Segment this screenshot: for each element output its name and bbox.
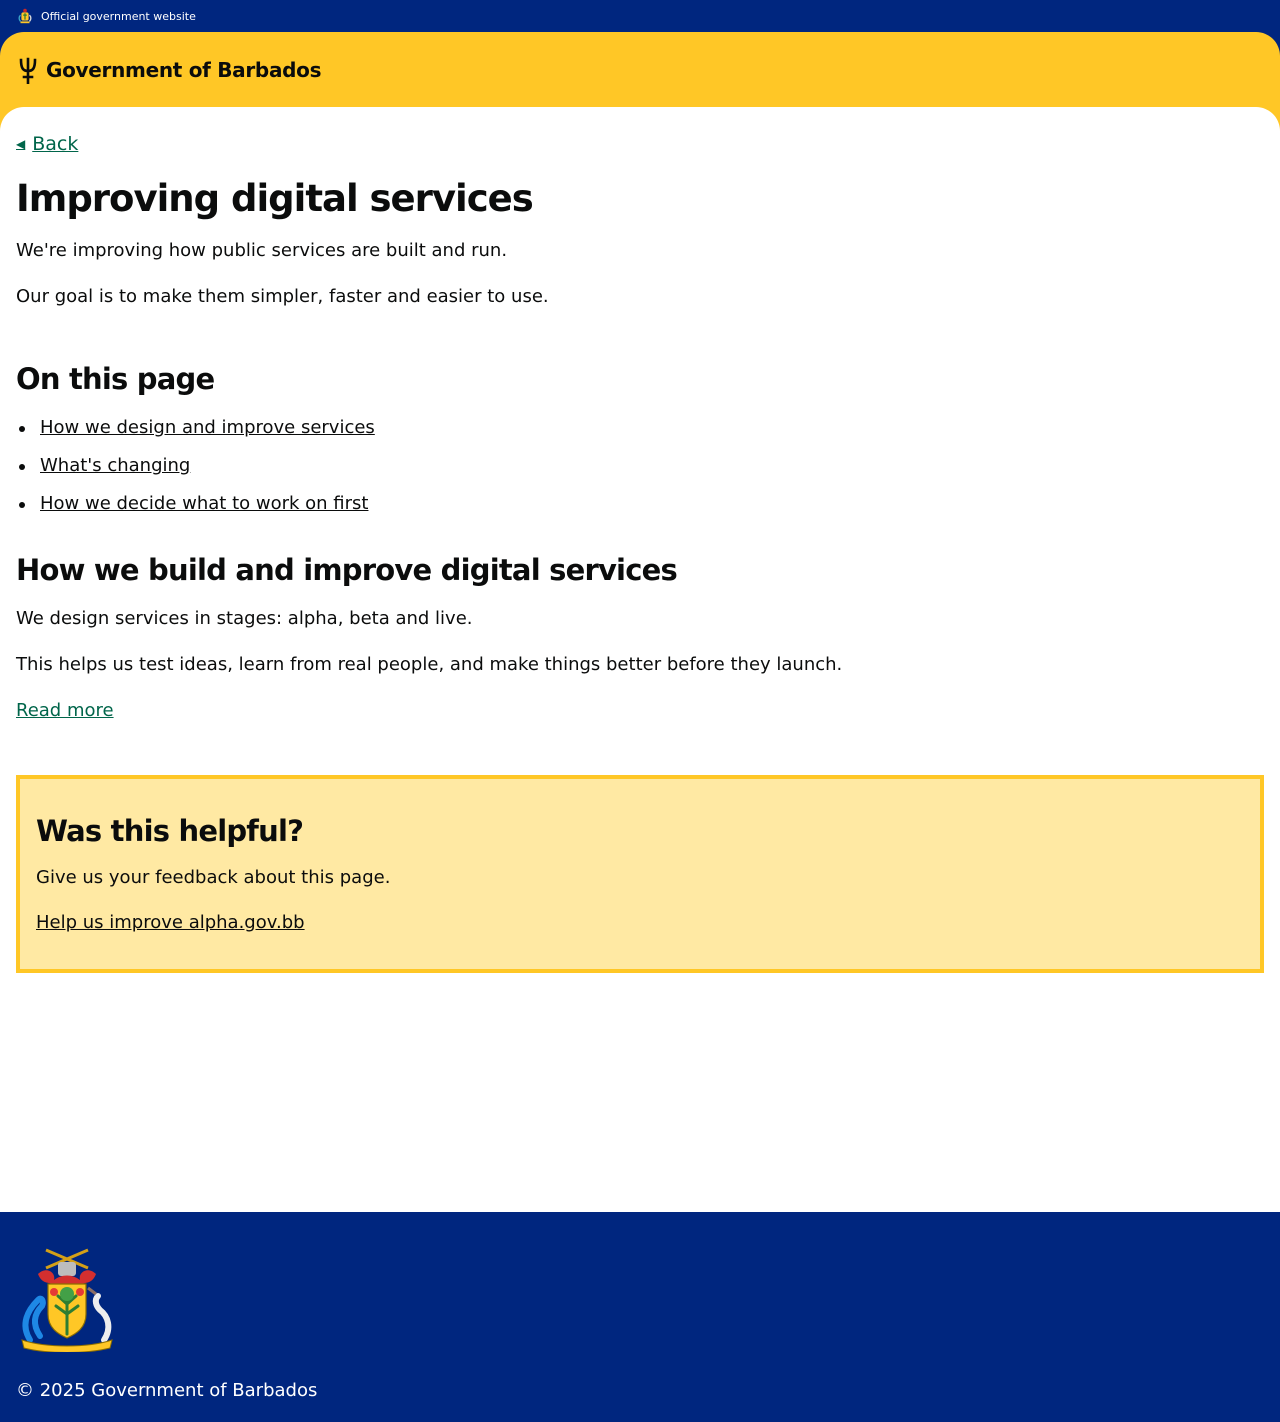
intro-paragraph: We're improving how public services are … xyxy=(16,240,508,261)
intro-paragraph: Our goal is to make them simpler, faster… xyxy=(16,286,549,307)
coat-of-arms-icon xyxy=(18,8,32,24)
copyright: © 2025 Government of Barbados xyxy=(16,1380,318,1401)
toc-item: How we design and improve services xyxy=(16,415,375,453)
back-link[interactable]: ◀ Back xyxy=(16,133,78,155)
feedback-text: Give us your feedback about this page. xyxy=(36,867,391,888)
feedback-heading: Was this helpful? xyxy=(36,814,304,848)
section-paragraph: This helps us test ideas, learn from rea… xyxy=(16,654,843,675)
section-paragraph: We design services in stages: alpha, bet… xyxy=(16,608,473,629)
home-link[interactable]: Government of Barbados xyxy=(16,56,322,84)
toc-heading: On this page xyxy=(16,362,215,396)
feedback-panel: Was this helpful? Give us your feedback … xyxy=(16,775,1264,973)
trident-icon xyxy=(19,57,37,84)
feedback-link[interactable]: Help us improve alpha.gov.bb xyxy=(36,910,305,936)
page-title: Improving digital services xyxy=(16,177,534,220)
official-banner: Official government website xyxy=(0,0,1280,32)
coat-of-arms-icon xyxy=(21,1248,113,1352)
toc-item: What's changing xyxy=(16,453,375,491)
back-link-label: Back xyxy=(32,133,79,155)
main-content: ◀ Back Improving digital services We're … xyxy=(0,107,1280,1212)
brand-name: Government of Barbados xyxy=(46,58,322,82)
read-more-link[interactable]: Read more xyxy=(16,698,114,724)
official-banner-text: Official government website xyxy=(41,9,196,23)
site-footer: © 2025 Government of Barbados xyxy=(0,1212,1280,1422)
toc-link-whats-changing[interactable]: What's changing xyxy=(40,455,190,476)
toc-link-design-improve[interactable]: How we design and improve services xyxy=(40,417,375,438)
back-arrow-icon: ◀ xyxy=(16,137,26,151)
section-heading: How we build and improve digital service… xyxy=(16,553,678,587)
toc-item: How we decide what to work on first xyxy=(16,491,375,529)
toc-link-decide-priorities[interactable]: How we decide what to work on first xyxy=(40,493,368,514)
table-of-contents: How we design and improve services What'… xyxy=(16,415,375,529)
